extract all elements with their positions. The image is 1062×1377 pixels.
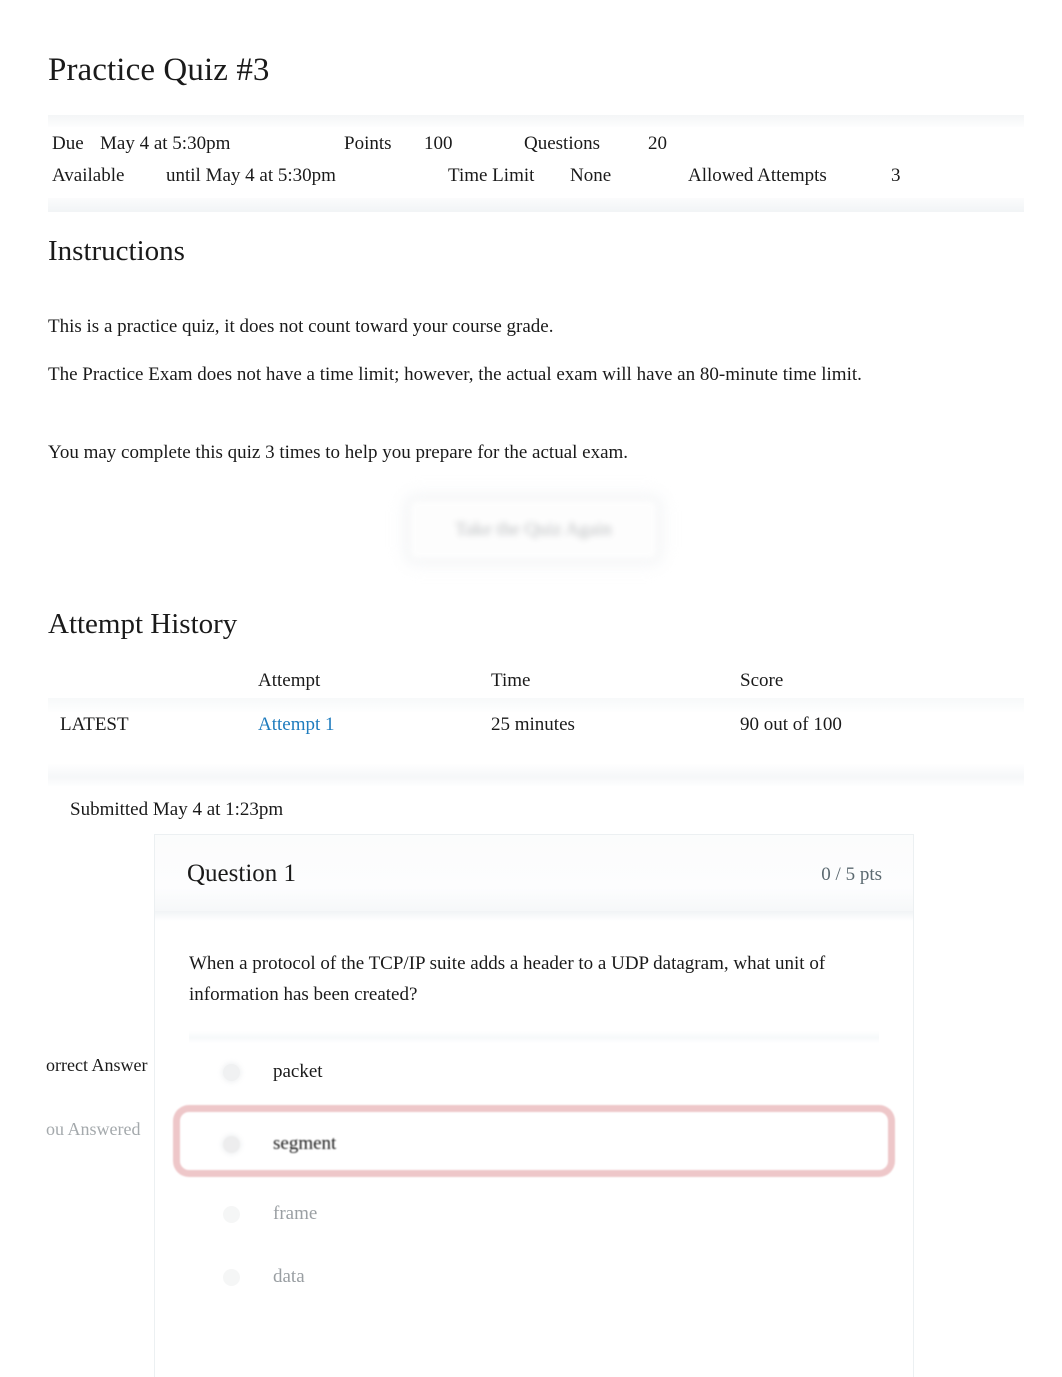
attempt-history-heading: Attempt History (48, 608, 238, 640)
points-value: 100 (424, 133, 453, 154)
you-answered-label: ou Answered (46, 1119, 141, 1139)
table-header-divider (48, 698, 1024, 712)
time-limit-label: Time Limit (448, 165, 535, 186)
allowed-attempts-label: Allowed Attempts (688, 165, 827, 186)
answer-option-label: data (273, 1266, 305, 1287)
take-quiz-again-button[interactable]: Take the Quiz Again (409, 499, 658, 560)
submitted-timestamp: Submitted May 4 at 1:23pm (70, 799, 284, 820)
table-header-row: Attempt Time Score (48, 662, 1024, 698)
instructions-paragraph-2: The Practice Exam does not have a time l… (48, 364, 862, 385)
question-card: Question 1 0 / 5 pts When a protocol of … (155, 835, 913, 1377)
quiz-results-page: Practice Quiz #3 Due May 4 at 5:30pm Poi… (0, 0, 1062, 1377)
radio-icon[interactable] (223, 1269, 240, 1286)
available-label: Available (52, 165, 125, 186)
answer-option-label: packet (273, 1061, 323, 1082)
attempt-link-cell: Attempt 1 (258, 712, 335, 738)
answer-option-packet[interactable]: packet (173, 1043, 895, 1101)
available-value: until May 4 at 5:30pm (166, 165, 336, 186)
answer-option-label: frame (273, 1203, 318, 1224)
instructions-paragraph-3: You may complete this quiz 3 times to he… (48, 442, 629, 463)
time-limit-value: None (570, 165, 612, 186)
points-label: Points (344, 133, 392, 154)
correct-answer-label: orrect Answer (46, 1055, 148, 1075)
take-quiz-again-container: Take the Quiz Again (409, 499, 658, 560)
table-bottom-divider (48, 764, 1024, 786)
attempt-1-link[interactable]: Attempt 1 (258, 714, 335, 735)
instructions-paragraph-1: This is a practice quiz, it does not cou… (48, 316, 554, 337)
answer-option-frame[interactable]: frame (173, 1185, 895, 1243)
radio-icon[interactable] (223, 1136, 240, 1153)
instructions-heading: Instructions (48, 235, 185, 267)
answer-option-label: segment (273, 1133, 337, 1154)
column-header-score: Score (740, 670, 784, 691)
due-label: Due (52, 133, 84, 154)
answer-option-data[interactable]: data (173, 1248, 895, 1306)
page-title: Practice Quiz #3 (48, 52, 270, 88)
question-points: 0 / 5 pts (821, 864, 882, 885)
questions-value: 20 (648, 133, 667, 154)
meta-row-1: Due May 4 at 5:30pm Points 100 Questions… (48, 131, 1024, 163)
question-text: When a protocol of the TCP/IP suite adds… (189, 953, 826, 1005)
question-title: Question 1 (187, 860, 297, 887)
question-header-divider (155, 911, 913, 921)
attempt-score: 90 out of 100 (740, 714, 842, 735)
meta-row-2: Available until May 4 at 5:30pm Time Lim… (48, 163, 1024, 195)
column-header-attempt: Attempt (258, 670, 321, 691)
due-value: May 4 at 5:30pm (100, 133, 231, 154)
attempt-time: 25 minutes (491, 714, 575, 735)
answer-option-segment[interactable]: segment (173, 1105, 895, 1177)
allowed-attempts-value: 3 (891, 165, 901, 186)
latest-badge: LATEST (60, 714, 129, 735)
meta-rule-bottom (48, 198, 1024, 212)
questions-label: Questions (524, 133, 600, 154)
question-text-divider (189, 1031, 879, 1043)
column-header-time: Time (491, 670, 531, 691)
meta-rule-top (48, 115, 1024, 127)
radio-icon[interactable] (223, 1206, 240, 1223)
radio-icon[interactable] (223, 1064, 240, 1081)
